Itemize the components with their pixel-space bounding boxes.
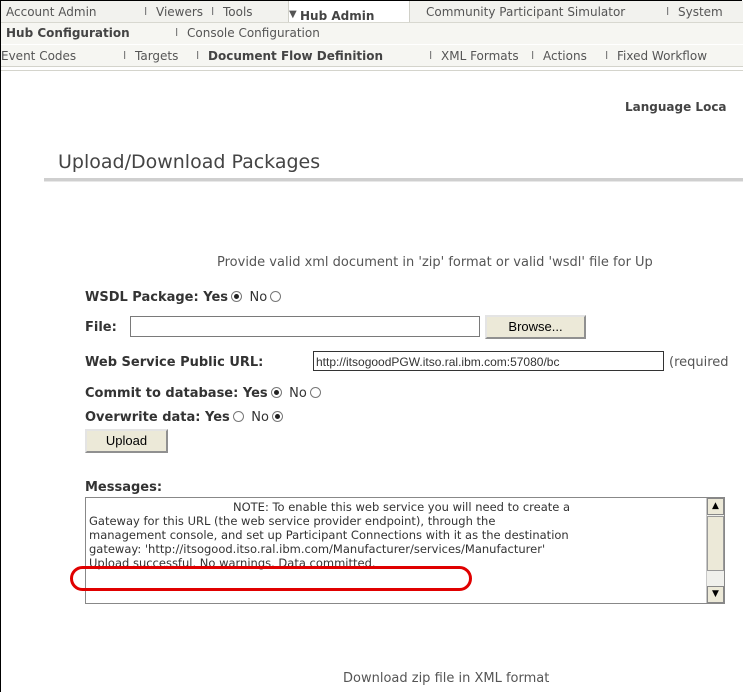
- nav-document-flow-definition[interactable]: Document Flow Definition: [208, 49, 383, 63]
- messages-scrollbar[interactable]: ▲ ▼: [706, 498, 724, 603]
- nav-tools[interactable]: Tools: [223, 5, 253, 19]
- scroll-thumb[interactable]: [707, 516, 724, 571]
- page-title: Upload/Download Packages: [58, 151, 321, 173]
- wsdl-no-label: No: [249, 290, 268, 305]
- nav-community-participant-simulator[interactable]: Community Participant Simulator: [426, 5, 625, 19]
- commit-no-label: No: [289, 386, 307, 401]
- sub-nav: Hub Configuration I Console Configuratio…: [1, 23, 743, 44]
- messages-content: NOTE: To enable this web service you wil…: [89, 500, 697, 570]
- overwrite-row: Overwrite data: Yes No: [85, 410, 286, 425]
- nav-separator: I: [211, 5, 215, 18]
- nav-xml-formats[interactable]: XML Formats: [441, 49, 519, 63]
- wsdl-no-radio[interactable]: [270, 291, 282, 302]
- commit-yes-radio[interactable]: [270, 387, 282, 398]
- commit-label: Commit to database:: [85, 386, 239, 401]
- ws-public-url-label: Web Service Public URL:: [85, 355, 264, 370]
- nav-separator: I: [144, 5, 148, 18]
- commit-yes-label: Yes: [242, 386, 268, 401]
- scroll-down-icon[interactable]: ▼: [707, 586, 724, 603]
- wsdl-yes-radio[interactable]: [231, 291, 243, 302]
- intro-text: Provide valid xml document in 'zip' form…: [217, 255, 653, 270]
- browse-button[interactable]: Browse...: [485, 315, 586, 339]
- nav-hub-admin[interactable]: Hub Admin: [300, 9, 374, 22]
- overwrite-yes-label: Yes: [204, 410, 230, 425]
- wsdl-yes-label: Yes: [203, 290, 229, 305]
- message-line: management console, and set up Participa…: [89, 528, 569, 542]
- upload-button[interactable]: Upload: [85, 429, 168, 453]
- top-nav: Account Admin I Viewers I Tools ▼ Hub Ad…: [1, 1, 743, 23]
- nav-separator: I: [123, 49, 127, 62]
- nav-event-codes[interactable]: Event Codes: [1, 49, 76, 63]
- nav-account-admin[interactable]: Account Admin: [6, 5, 97, 19]
- commit-no-radio[interactable]: [309, 387, 321, 398]
- third-nav: Event Codes I Targets I Document Flow De…: [1, 45, 743, 67]
- overwrite-no-radio[interactable]: [271, 411, 283, 422]
- file-label: File:: [85, 320, 117, 335]
- ws-public-url-input[interactable]: http://itsogoodPGW.itso.ral.ibm.com:5708…: [313, 351, 664, 371]
- overwrite-no-label: No: [251, 410, 269, 425]
- nav-separator: I: [175, 26, 179, 39]
- wsdl-package-label: WSDL Package:: [85, 290, 199, 305]
- nav-fixed-workflow[interactable]: Fixed Workflow: [617, 49, 707, 63]
- nav-console-configuration[interactable]: Console Configuration: [187, 26, 320, 40]
- nav-actions[interactable]: Actions: [543, 49, 587, 63]
- nav-targets[interactable]: Targets: [135, 49, 178, 63]
- nav-viewers[interactable]: Viewers: [156, 5, 203, 19]
- nav-system[interactable]: System: [678, 5, 723, 19]
- required-note: (required: [669, 355, 729, 370]
- download-zip-link[interactable]: Download zip file in XML format: [343, 671, 549, 686]
- nav-separator: I: [531, 49, 535, 62]
- nav-separator: I: [666, 5, 670, 18]
- file-input[interactable]: [130, 316, 480, 337]
- title-divider: [44, 178, 743, 182]
- message-line: NOTE: To enable this web service you wil…: [233, 500, 571, 514]
- nav-separator: I: [196, 49, 200, 62]
- success-highlight-annotation: [70, 566, 472, 591]
- nav-hub-admin-tab[interactable]: ▼ Hub Admin: [288, 1, 410, 22]
- language-locale-label[interactable]: Language Loca: [625, 100, 727, 114]
- nav-separator: I: [429, 49, 433, 62]
- overwrite-label: Overwrite data:: [85, 410, 201, 425]
- scroll-up-icon[interactable]: ▲: [707, 498, 724, 515]
- message-line: Gateway for this URL (the web service pr…: [89, 514, 496, 528]
- dropdown-arrow-icon: ▼: [289, 9, 297, 20]
- nav-separator: I: [605, 49, 609, 62]
- commit-row: Commit to database: Yes No: [85, 386, 324, 401]
- message-line: gateway: 'http://itsogood.itso.ral.ibm.c…: [89, 542, 546, 556]
- nav-hub-configuration[interactable]: Hub Configuration: [6, 26, 130, 40]
- wsdl-package-row: WSDL Package: Yes No: [85, 290, 284, 305]
- nav-divider: [1, 70, 743, 71]
- messages-label: Messages:: [85, 480, 163, 495]
- overwrite-yes-radio[interactable]: [232, 411, 244, 422]
